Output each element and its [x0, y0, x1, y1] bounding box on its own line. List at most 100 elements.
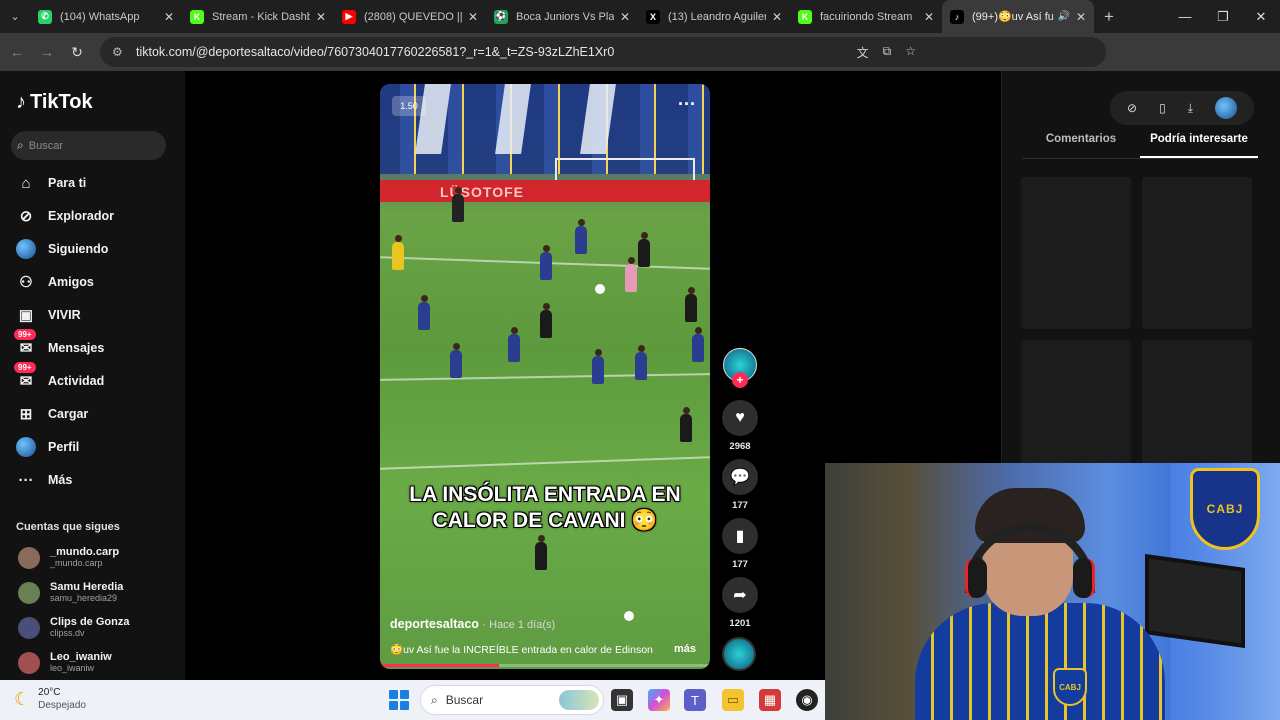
comment-icon[interactable]: 💬 [722, 459, 758, 495]
tab-close-icon[interactable]: ✕ [1076, 10, 1086, 24]
mobile-device-icon[interactable]: ▯ [1159, 101, 1166, 115]
tab-favicon-icon: ⚽ [494, 9, 508, 24]
tab-close-icon[interactable]: ✕ [620, 10, 630, 24]
weather-widget[interactable]: ☾ 20°C Despejado [14, 686, 86, 712]
nav-item-label: Más [48, 473, 73, 487]
browser-tab[interactable]: ♪ (99+)😳uv Así fu 🔊 ✕ [942, 0, 1094, 33]
video-author-name[interactable]: deportesaltaco [390, 617, 479, 631]
new-tab-button[interactable]: + [1094, 7, 1124, 27]
browser-tab[interactable]: ✆ (104) WhatsApp ✕ [30, 0, 182, 33]
tab-close-icon[interactable]: ✕ [772, 10, 782, 24]
nav-item-amigos[interactable]: ⚇ Amigos [16, 272, 94, 292]
share-arrow-icon[interactable]: ➦ [722, 577, 758, 613]
browser-tab[interactable]: Kfacuiriondo Stream ✕ [790, 0, 942, 33]
nav-item-perfil[interactable]: Perfil [16, 437, 79, 457]
tiktok-sidebar: ♪ TikTok ⌕ Buscar ⌂ Para ti ⊘ Explorador Sig… [0, 71, 185, 680]
follow-plus-icon[interactable]: + [732, 372, 748, 388]
player [452, 187, 464, 222]
nav-item-actividad[interactable]: ✉ 99+ Actividad [14, 362, 105, 391]
nav-item-label: Actividad [48, 374, 105, 388]
like-action[interactable]: ♥ 2968 [720, 400, 760, 452]
nav-item-label: Perfil [48, 440, 80, 454]
bookmark-star-icon[interactable]: ☆ [905, 44, 916, 61]
following-account[interactable]: Samu Heredia samu_heredia29 [18, 581, 123, 604]
browser-tab[interactable]: ⚽ Boca Juniors Vs Plate ✕ [486, 0, 638, 33]
tab-favicon-icon: X [646, 9, 660, 24]
back-button[interactable]: ← [2, 44, 32, 60]
copilot-icon[interactable]: ✦ [648, 689, 670, 711]
tab-close-icon[interactable]: ✕ [164, 10, 174, 24]
maximize-button[interactable]: ❐ [1204, 0, 1242, 33]
translate-icon[interactable]: 文 [857, 44, 869, 61]
file-explorer-icon[interactable]: ▭ [722, 689, 744, 711]
tab-suggested[interactable]: Podría interesarte [1140, 133, 1258, 158]
site-info-icon[interactable]: ⚙ [112, 45, 126, 59]
player [685, 287, 697, 322]
video-progress-bar[interactable] [380, 664, 710, 667]
heart-icon[interactable]: ♥ [722, 400, 758, 436]
chrome-icon[interactable]: ◉ [796, 689, 818, 711]
search-input[interactable]: ⌕ Buscar [11, 131, 166, 160]
tab-close-icon[interactable]: ✕ [468, 10, 478, 24]
tab-comments[interactable]: Comentarios [1022, 133, 1140, 158]
account-handle: _mundo.carp [50, 558, 103, 568]
nav-item-label: Cargar [48, 407, 89, 421]
save-action[interactable]: ▮ 177 [720, 518, 760, 570]
nav-item-parati[interactable]: ⌂ Para ti [16, 173, 86, 193]
app-icon[interactable]: ▦ [759, 689, 781, 711]
minimize-button[interactable]: — [1166, 0, 1204, 33]
nav-item-cargar[interactable]: ⊞ Cargar [16, 404, 89, 424]
tab-close-icon[interactable]: ✕ [316, 10, 326, 24]
shirt-badge: CABJ [1053, 668, 1087, 706]
nav-item-explorador[interactable]: ⊘ Explorador [16, 206, 114, 226]
share-action[interactable]: ➦ 1201 [720, 577, 760, 629]
tab-title: (99+)😳uv Así fu [972, 11, 1054, 23]
taskbar-search[interactable]: ⌕ Buscar [420, 685, 604, 715]
account-handle: clipss.dv [50, 628, 85, 638]
pitch-line [380, 373, 710, 381]
music-disc-icon[interactable] [722, 637, 756, 671]
video-more-options-icon[interactable]: ··· [678, 94, 696, 115]
forward-button[interactable]: → [32, 44, 62, 60]
following-account[interactable]: Leo_iwaniw leo_iwaniw [18, 651, 112, 674]
following-account[interactable]: _mundo.carp _mundo.carp [18, 546, 119, 569]
account-name: Clips de Gonza [50, 616, 130, 628]
comment-action[interactable]: 💬 177 [720, 459, 760, 511]
ball [595, 284, 605, 294]
tiktok-logo[interactable]: ♪ TikTok [16, 91, 93, 114]
account-avatar [18, 616, 40, 639]
browser-tab[interactable]: ▶ (2808) QUEVEDO || B ✕ [334, 0, 486, 33]
close-window-button[interactable]: ✕ [1242, 0, 1280, 33]
windows-start-icon[interactable] [389, 690, 409, 710]
pitch-line [380, 456, 710, 470]
nav-item-mensajes[interactable]: ✉ 99+ Mensajes [14, 329, 104, 358]
player [508, 327, 520, 362]
user-avatar[interactable] [1214, 97, 1237, 119]
teams-icon[interactable]: T [684, 689, 706, 711]
bookmark-icon[interactable]: ▮ [722, 518, 758, 554]
task-view-icon[interactable]: ▣ [611, 689, 633, 711]
suggested-video-tile[interactable] [1142, 177, 1252, 329]
video-description-more[interactable]: más [674, 643, 696, 655]
video-description: 😳uv Así fue la INCREÍBLE entrada en calo… [390, 644, 653, 656]
install-app-icon[interactable]: ⧉ [883, 44, 892, 61]
tab-search-chevron-icon[interactable]: ⌄ [0, 0, 30, 33]
reload-button[interactable]: ↻ [62, 44, 92, 61]
tab-close-icon[interactable]: ✕ [924, 10, 934, 24]
nav-item-siguiendo[interactable]: Siguiendo [16, 239, 108, 259]
browser-tab[interactable]: X (13) Leandro Aguiler ✕ [638, 0, 790, 33]
download-icon[interactable]: ⤓ [1188, 101, 1193, 116]
address-bar[interactable]: ⚙ tiktok.com/@deportesaltaco/video/76073… [100, 37, 1106, 67]
nav-item-ms[interactable]: ··· Más [16, 470, 73, 490]
suggested-video-tile[interactable] [1021, 177, 1131, 329]
browser-tab[interactable]: K Stream - Kick Dashbo ✕ [182, 0, 334, 33]
video-player[interactable]: LÜSOTOFE 1.50 ··· LA INSÓLITA ENTRADA EN… [380, 84, 710, 669]
compass-icon[interactable]: ⊘ [1127, 101, 1137, 115]
following-account[interactable]: Clips de Gonza clipss.dv [18, 616, 129, 639]
boca-crest-flag: CABJ [1190, 468, 1260, 550]
tab-favicon-icon: ♪ [950, 9, 964, 24]
video-author[interactable]: deportesaltaco · Hace 1 día(s) [390, 617, 555, 631]
tab-audio-icon[interactable]: 🔊 [1057, 11, 1069, 22]
video-speed-badge[interactable]: 1.50 [392, 96, 426, 116]
nav-item-vivir[interactable]: ▣ VIVIR [16, 305, 81, 325]
